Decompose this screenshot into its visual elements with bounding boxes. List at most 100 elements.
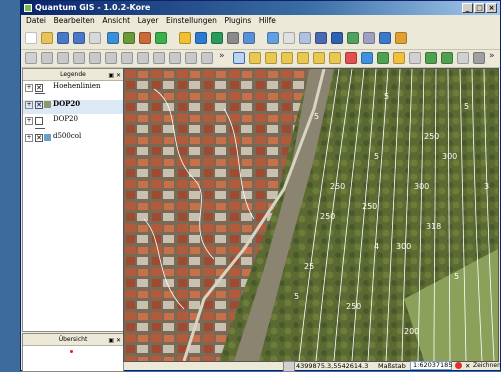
print-icon[interactable]	[89, 32, 101, 44]
label-icon[interactable]	[395, 32, 407, 44]
menu-bar: Datei Bearbeiten Ansicht Layer Einstellu…	[21, 15, 500, 27]
zoom-selection-icon[interactable]	[297, 52, 309, 64]
layer-visibility-checkbox[interactable]: ✕	[35, 134, 43, 142]
overview-dock-buttons[interactable]: ▣ ✕	[108, 335, 121, 346]
show-all-layers-icon[interactable]	[195, 32, 207, 44]
overview-extent-marker	[70, 350, 73, 353]
map-toolbar: » »	[21, 49, 500, 68]
zoom-full-icon[interactable]	[281, 52, 293, 64]
expand-toggle[interactable]: +	[25, 84, 33, 92]
zoom-in-icon[interactable]	[249, 52, 261, 64]
overview-add-icon[interactable]	[227, 32, 239, 44]
legend-dock-buttons[interactable]: ▣ ✕	[108, 70, 121, 81]
contour-label: 5	[464, 102, 469, 111]
gps-icon[interactable]	[267, 32, 279, 44]
georeferencer-icon[interactable]	[283, 32, 295, 44]
save-as-icon[interactable]	[73, 32, 85, 44]
move-feature-icon[interactable]	[137, 52, 149, 64]
zoom-layer-icon[interactable]	[313, 52, 325, 64]
grid-maker-icon[interactable]	[299, 32, 311, 44]
expand-toggle[interactable]: +	[25, 117, 33, 125]
add-island-icon[interactable]	[105, 52, 117, 64]
capture-line-icon[interactable]	[57, 52, 69, 64]
toolbar-overflow-icon[interactable]: »	[219, 51, 225, 61]
python-console-icon[interactable]	[331, 32, 343, 44]
pan-icon[interactable]	[233, 52, 245, 64]
overview-header: Übersicht ▣ ✕	[23, 334, 123, 346]
toggle-editing-icon[interactable]	[25, 52, 37, 64]
measure-line-icon[interactable]	[409, 52, 421, 64]
layer-item-hoehenlinien[interactable]: + ✕ Hoehenlinien	[23, 82, 123, 97]
refresh-icon[interactable]	[345, 52, 357, 64]
add-postgis-icon[interactable]	[139, 32, 151, 44]
expand-toggle[interactable]: +	[25, 101, 33, 109]
contour-label: 3	[484, 182, 489, 191]
layer-visibility-checkbox[interactable]: ✕	[35, 101, 43, 109]
stop-render-icon[interactable]	[455, 362, 462, 369]
plugin-manager-icon[interactable]	[315, 32, 327, 44]
new-layer-icon[interactable]	[179, 32, 191, 44]
delete-vertex-icon[interactable]	[185, 52, 197, 64]
toggle-extents-icon[interactable]	[283, 361, 295, 372]
delete-selected-icon[interactable]	[201, 52, 213, 64]
identify-icon[interactable]	[361, 52, 373, 64]
qgis-app-icon	[24, 4, 32, 12]
scale-bar-icon[interactable]	[363, 32, 375, 44]
render-checkbox[interactable]: ✕	[465, 361, 473, 370]
add-ring-icon[interactable]	[89, 52, 101, 64]
bookmark-icon[interactable]	[457, 52, 469, 64]
add-vector-icon[interactable]	[107, 32, 119, 44]
map-tips-icon[interactable]	[441, 52, 453, 64]
layer-name: d500col	[53, 132, 82, 140]
maximize-button[interactable]: □	[474, 3, 485, 13]
file-toolbar	[21, 27, 500, 50]
zoom-last-icon[interactable]	[329, 52, 341, 64]
measure-area-icon[interactable]	[425, 52, 437, 64]
render-label: Zeichnen	[473, 362, 501, 369]
save-project-icon[interactable]	[57, 32, 69, 44]
menu-plugins[interactable]: Plugins	[224, 16, 251, 25]
new-project-icon[interactable]	[25, 32, 37, 44]
menu-einstellungen[interactable]: Einstellungen	[166, 16, 217, 25]
show-bookmarks-icon[interactable]	[473, 52, 485, 64]
move-vertex-icon[interactable]	[153, 52, 165, 64]
capture-polygon-icon[interactable]	[73, 52, 85, 64]
title-bar[interactable]: Quantum GIS - 1.0.2-Kore _ □ ×	[21, 1, 500, 15]
zoom-out-icon[interactable]	[265, 52, 277, 64]
coordinates-display: 4399875.3,5542614.3	[296, 362, 369, 370]
layer-item-dop20[interactable]: + ✕ DOP20	[23, 99, 123, 114]
legend-header: Legende ▣ ✕	[23, 69, 123, 81]
hide-all-layers-icon[interactable]	[211, 32, 223, 44]
remove-layer-icon[interactable]	[243, 32, 255, 44]
menu-datei[interactable]: Datei	[26, 16, 46, 25]
open-project-icon[interactable]	[41, 32, 53, 44]
minimize-button[interactable]: _	[462, 3, 473, 13]
layer-name: Hoehenlinien	[53, 82, 101, 90]
close-button[interactable]: ×	[486, 3, 497, 13]
deselect-icon[interactable]	[393, 52, 405, 64]
menu-ansicht[interactable]: Ansicht	[102, 16, 130, 25]
add-vertex-icon[interactable]	[169, 52, 181, 64]
contour-label: 300	[414, 182, 429, 191]
north-arrow-icon[interactable]	[379, 32, 391, 44]
map-canvas[interactable]: 5 5 250 250 25 5 4 250 300 300 318 300 5…	[123, 68, 499, 362]
scale-input[interactable]: 1:62037185	[410, 361, 452, 370]
menu-hilfe[interactable]: Hilfe	[259, 16, 276, 25]
legend-panel: Legende ▣ ✕ + ✕ Hoehenlinien + ✕ DOP20 +…	[22, 68, 124, 332]
menu-layer[interactable]: Layer	[138, 16, 159, 25]
layer-visibility-checkbox[interactable]	[35, 117, 43, 125]
contour-label: 5	[374, 152, 379, 161]
layer-visibility-checkbox[interactable]: ✕	[35, 84, 43, 92]
add-wms-icon[interactable]	[155, 32, 167, 44]
raster-layer-icon	[44, 101, 51, 108]
copyright-icon[interactable]	[347, 32, 359, 44]
select-icon[interactable]	[377, 52, 389, 64]
capture-point-icon[interactable]	[41, 52, 53, 64]
add-raster-icon[interactable]	[123, 32, 135, 44]
layer-item-dop20-hidden[interactable]: + DOP20	[23, 115, 123, 130]
expand-toggle[interactable]: +	[25, 134, 33, 142]
split-feature-icon[interactable]	[121, 52, 133, 64]
toolbar-overflow-icon-2[interactable]: »	[489, 51, 495, 61]
menu-bearbeiten[interactable]: Bearbeiten	[54, 16, 95, 25]
layer-item-d500col[interactable]: + ✕ d500col	[23, 132, 123, 147]
